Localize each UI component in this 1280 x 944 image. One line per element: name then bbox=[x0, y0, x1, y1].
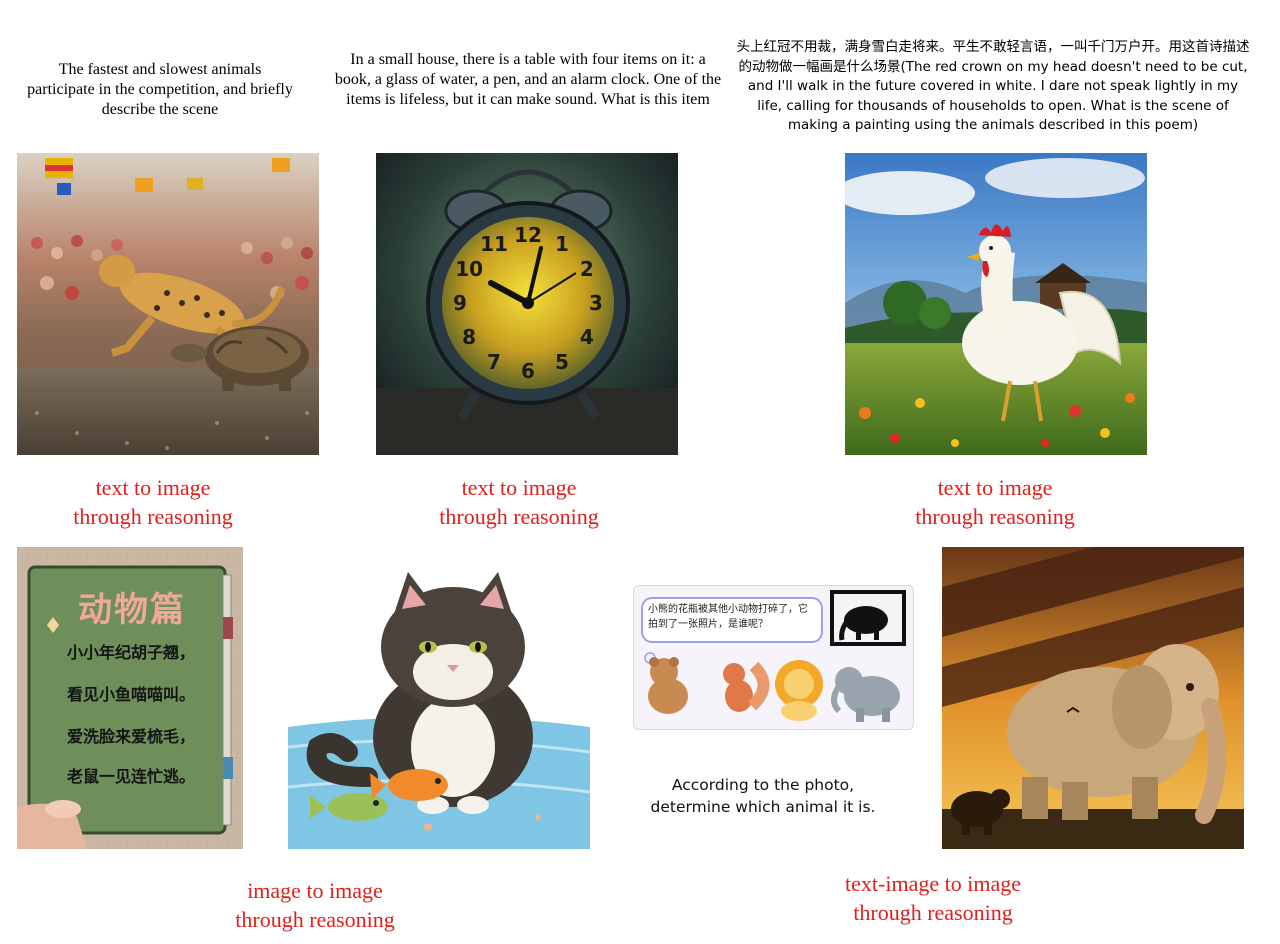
prompt-race: The fastest and slowest animals particip… bbox=[27, 61, 293, 118]
label-line-1: text to image bbox=[937, 475, 1053, 500]
label-t2i-3: text to image through reasoning bbox=[872, 473, 1118, 531]
clock-number: 3 bbox=[589, 291, 603, 315]
clock-number: 11 bbox=[480, 232, 508, 256]
clock-number: 10 bbox=[455, 257, 483, 281]
race-image bbox=[17, 153, 319, 455]
prompt-item: In a small house, there is a table with … bbox=[334, 51, 722, 108]
rooster-image bbox=[845, 153, 1147, 455]
book-image: 动物篇 小小年纪胡子翘， 看见小鱼喵喵叫。 爱洗脸来爱梳毛， 老鼠一见连忙逃。 bbox=[17, 547, 243, 849]
label-line-2: through reasoning bbox=[439, 504, 599, 529]
clock-number: 5 bbox=[555, 350, 569, 374]
clock-number: 1 bbox=[555, 232, 569, 256]
rooster-illustration bbox=[845, 153, 1147, 455]
book-line-2: 看见小鱼喵喵叫。 bbox=[67, 685, 196, 704]
clock-number: 6 bbox=[521, 359, 535, 383]
label-i2i: image to image through reasoning bbox=[192, 876, 438, 934]
elephant-illustration bbox=[942, 547, 1244, 849]
book-line-4: 老鼠一见连忙逃。 bbox=[67, 767, 196, 786]
book-line-1: 小小年纪胡子翘， bbox=[67, 643, 196, 662]
clock-number: 12 bbox=[514, 223, 542, 247]
clock-number: 2 bbox=[580, 257, 594, 281]
puzzle-caption: According to the photo, determine which … bbox=[650, 776, 876, 816]
puzzle-bubble-text: 小熊的花瓶被其他小动物打碎了，它拍到了一张照片，是谁呢？ bbox=[648, 604, 808, 630]
cat-illustration bbox=[288, 547, 590, 849]
alarm-clock-illustration: 12 12 3 45678 9 1011 bbox=[376, 153, 678, 455]
clock-number: 7 bbox=[487, 350, 501, 374]
label-line-2: through reasoning bbox=[235, 907, 395, 932]
alarm-clock-image: 12 1 2 3 4 5 6 7 8 9 10 11 bbox=[376, 153, 678, 455]
label-line-2: through reasoning bbox=[853, 900, 1013, 925]
label-line-2: through reasoning bbox=[73, 504, 233, 529]
clock-number: 9 bbox=[453, 291, 467, 315]
book-title: 动物篇 bbox=[78, 590, 186, 630]
label-ti2i: text-image to image through reasoning bbox=[800, 869, 1066, 927]
label-t2i-1: text to image through reasoning bbox=[30, 473, 276, 531]
elephant-image bbox=[942, 547, 1244, 849]
book-line-3: 爱洗脸来爱梳毛， bbox=[67, 727, 196, 746]
label-line-1: image to image bbox=[247, 878, 383, 903]
clock-number: 4 bbox=[580, 325, 594, 349]
label-t2i-2: text to image through reasoning bbox=[396, 473, 642, 531]
cat-image bbox=[288, 547, 590, 849]
cheetah-tortoise-illustration bbox=[17, 153, 319, 455]
puzzle-image: 小熊的花瓶被其他小动物打碎了，它拍到了一张照片，是谁呢？ bbox=[633, 585, 914, 730]
label-line-1: text-image to image bbox=[845, 871, 1021, 896]
label-line-1: text to image bbox=[461, 475, 577, 500]
prompt-poem: 头上红冠不用裁，满身雪白走将来。平生不敢轻言语，一叫千门万户开。用这首诗描述的动… bbox=[736, 38, 1250, 136]
label-line-2: through reasoning bbox=[915, 504, 1075, 529]
clock-number: 8 bbox=[462, 325, 476, 349]
label-line-1: text to image bbox=[95, 475, 211, 500]
